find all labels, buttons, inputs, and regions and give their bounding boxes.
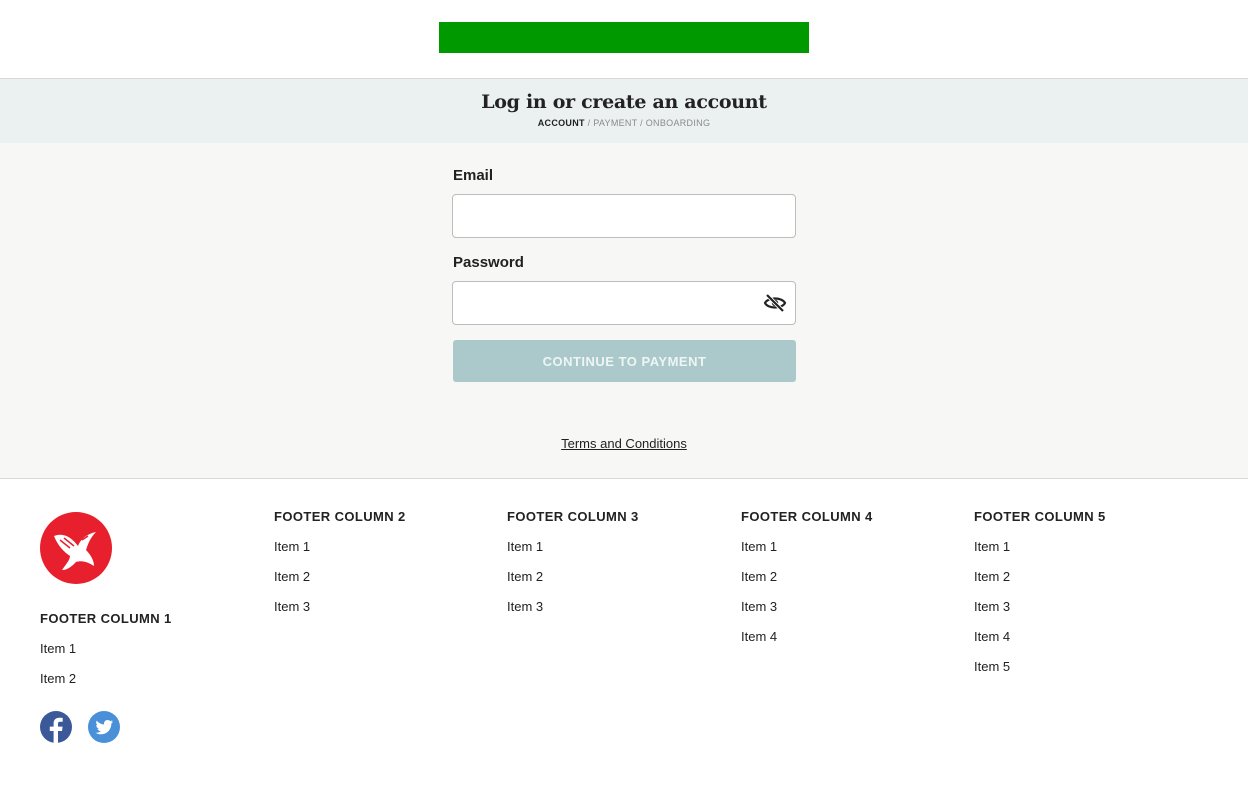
footer-column-heading: FOOTER COLUMN 3 — [507, 509, 639, 524]
continue-to-payment-button[interactable]: CONTINUE TO PAYMENT — [453, 340, 796, 382]
footer-column-2: FOOTER COLUMN 2 Item 1 Item 2 Item 3 — [274, 508, 406, 616]
footer-column-5: FOOTER COLUMN 5 Item 1 Item 2 Item 3 Ite… — [974, 508, 1106, 676]
breadcrumb-rest: / PAYMENT / ONBOARDING — [584, 118, 711, 128]
breadcrumb-account: ACCOUNT — [537, 118, 585, 128]
footer-column-3: FOOTER COLUMN 3 Item 1 Item 2 Item 3 — [507, 508, 639, 616]
footer-link[interactable]: Item 2 — [40, 670, 172, 688]
email-field[interactable] — [452, 194, 796, 238]
footer-column-heading: FOOTER COLUMN 2 — [274, 509, 406, 524]
footer-column-heading: FOOTER COLUMN 1 — [40, 611, 172, 626]
footer-link[interactable]: Item 1 — [274, 538, 406, 556]
footer-link[interactable]: Item 4 — [741, 628, 873, 646]
page-titlebar: Log in or create an account ACCOUNT / PA… — [0, 79, 1248, 143]
footer-link[interactable]: Item 2 — [507, 568, 639, 586]
footer-link[interactable]: Item 2 — [741, 568, 873, 586]
footer-column-heading: FOOTER COLUMN 4 — [741, 509, 873, 524]
eye-off-icon[interactable] — [763, 292, 787, 314]
footer-link[interactable]: Item 1 — [40, 640, 172, 658]
password-field-wrapper — [452, 281, 797, 325]
breadcrumb: ACCOUNT / PAYMENT / ONBOARDING — [0, 118, 1248, 128]
footer-link[interactable]: Item 3 — [274, 598, 406, 616]
footer-link[interactable]: Item 2 — [274, 568, 406, 586]
terms-container: Terms and Conditions — [0, 436, 1248, 451]
password-field[interactable] — [452, 281, 796, 325]
email-field-wrapper — [452, 194, 797, 238]
terms-link[interactable]: Terms and Conditions — [561, 436, 687, 451]
footer-link[interactable]: Item 4 — [974, 628, 1106, 646]
footer-link[interactable]: Item 2 — [974, 568, 1106, 586]
site-footer: FOOTER COLUMN 1 Item 1 Item 2 FOOTER COL… — [0, 480, 1248, 810]
footer-link[interactable]: Item 1 — [974, 538, 1106, 556]
login-form: Email Password CONTINUE TO PAYMENT — [452, 167, 797, 382]
twitter-icon[interactable] — [88, 711, 121, 743]
footer-link[interactable]: Item 5 — [974, 658, 1106, 676]
footer-link[interactable]: Item 1 — [507, 538, 639, 556]
footer-column-1: FOOTER COLUMN 1 Item 1 Item 2 — [40, 610, 172, 688]
email-label: Email — [453, 167, 494, 184]
footer-link[interactable]: Item 1 — [741, 538, 873, 556]
brand-banner — [439, 22, 809, 53]
site-header — [0, 0, 1248, 79]
page-title: Log in or create an account — [481, 91, 767, 113]
footer-column-heading: FOOTER COLUMN 5 — [974, 509, 1106, 524]
footer-link[interactable]: Item 3 — [741, 598, 873, 616]
facebook-icon[interactable] — [40, 711, 72, 743]
eagle-logo-icon[interactable] — [40, 512, 112, 584]
password-label: Password — [453, 254, 524, 271]
footer-column-4: FOOTER COLUMN 4 Item 1 Item 2 Item 3 Ite… — [741, 508, 873, 646]
login-form-area: Email Password CONTINUE TO PAYMENT Terms… — [0, 143, 1248, 479]
social-links — [40, 711, 132, 743]
footer-link[interactable]: Item 3 — [507, 598, 639, 616]
footer-link[interactable]: Item 3 — [974, 598, 1106, 616]
